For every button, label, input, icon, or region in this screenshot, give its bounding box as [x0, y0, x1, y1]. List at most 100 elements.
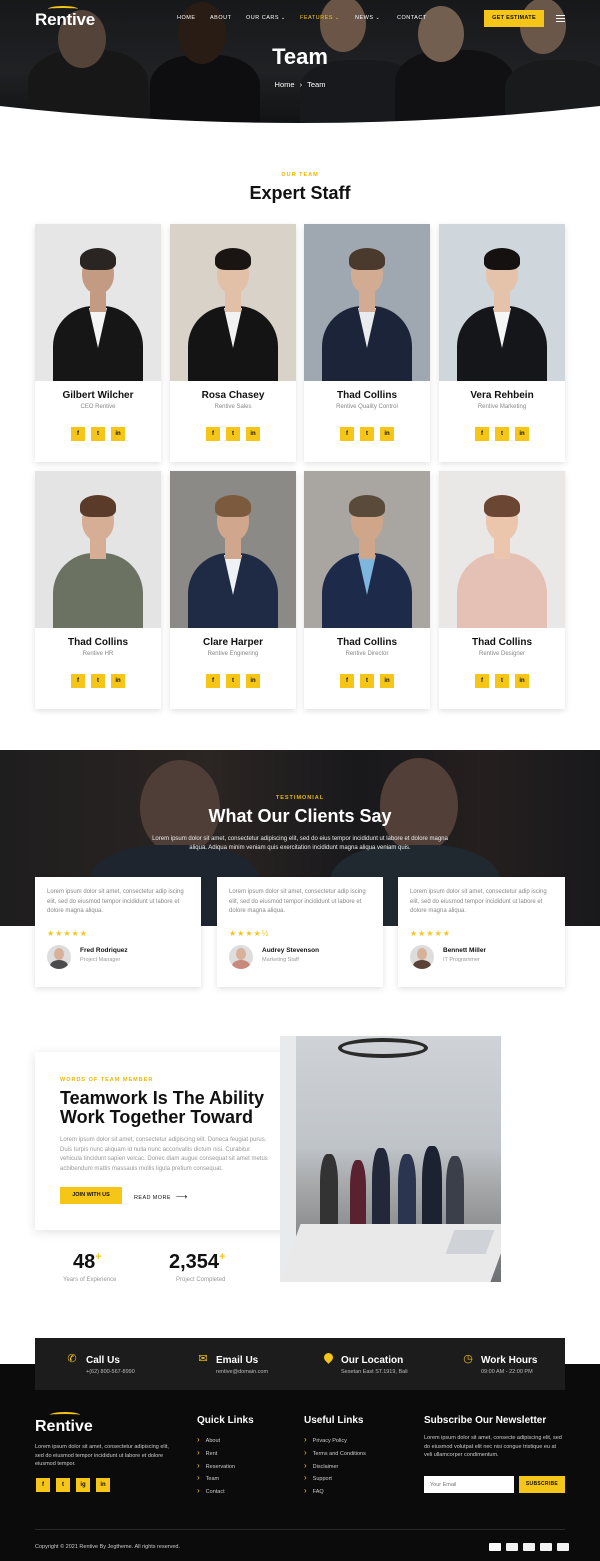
photo-neck [90, 292, 106, 312]
useful-link[interactable]: Privacy Policy [304, 1435, 347, 1444]
about-body: Lorem ipsum dolor sit amet, consectetur … [60, 1137, 268, 1172]
twitter-icon[interactable]: t [495, 674, 509, 688]
join-button[interactable]: JOIN WITH US [60, 1187, 122, 1204]
facebook-icon[interactable]: f [475, 674, 489, 688]
team-member-socials: f t in [439, 674, 565, 688]
stat-years: 48+ [73, 1251, 102, 1274]
linkedin-icon[interactable]: in [96, 1478, 110, 1492]
facebook-icon[interactable]: f [36, 1478, 50, 1492]
read-more-link[interactable]: READ MORE ⟶ [134, 1192, 188, 1201]
star-rating: ★★★★½ [229, 929, 270, 938]
twitter-icon[interactable]: t [91, 427, 105, 441]
nav-our-cars-label: OUR CARS [246, 15, 280, 21]
avatar-body [413, 960, 431, 969]
footer-logo[interactable]: Rentive [35, 1418, 93, 1436]
twitter-icon[interactable]: t [91, 674, 105, 688]
twitter-icon[interactable]: t [56, 1478, 70, 1492]
breadcrumb: Home › Team [0, 80, 600, 89]
card-icon [540, 1543, 552, 1551]
footer-divider [35, 1529, 565, 1530]
nav-about[interactable]: ABOUT [210, 15, 231, 21]
linkedin-icon[interactable]: in [515, 427, 529, 441]
twitter-icon[interactable]: t [495, 427, 509, 441]
quick-link[interactable]: Rent [197, 1448, 218, 1457]
useful-link[interactable]: Disclaimer [304, 1461, 339, 1470]
nav-features[interactable]: FEATURES ⌄ [300, 15, 340, 21]
instagram-icon[interactable]: ig [76, 1478, 90, 1492]
facebook-icon[interactable]: f [340, 427, 354, 441]
breadcrumb-home[interactable]: Home [275, 80, 295, 89]
contact-title: Call Us [86, 1355, 120, 1366]
avatar-head [417, 948, 427, 960]
linkedin-icon[interactable]: in [515, 674, 529, 688]
quick-link[interactable]: Reservation [197, 1461, 235, 1470]
linkedin-icon[interactable]: in [246, 674, 260, 688]
photo-hair [484, 495, 520, 517]
team-member-role: Rentive Enginering [207, 651, 259, 657]
stat-years-value: 48 [73, 1251, 96, 1273]
team-member-photo [439, 224, 565, 381]
review-card: Lorem ipsum dolor sit amet, consectetur … [398, 877, 565, 987]
site-logo[interactable]: Rentive [35, 10, 95, 30]
twitter-icon[interactable]: t [226, 674, 240, 688]
footer-about: Lorem ipsum dolor sit amet, consectetur … [35, 1444, 169, 1467]
about-title-line1: Teamwork Is The Ability [60, 1088, 265, 1108]
linkedin-icon[interactable]: in [111, 427, 125, 441]
nav-our-cars[interactable]: OUR CARS ⌄ [246, 15, 286, 21]
quick-link[interactable]: Team [197, 1473, 219, 1482]
linkedin-icon[interactable]: in [111, 674, 125, 688]
newsletter-email-input[interactable] [424, 1476, 514, 1493]
about-title-line2: Work Together Toward [60, 1107, 254, 1127]
photo-neck [494, 292, 510, 312]
twitter-icon[interactable]: t [360, 674, 374, 688]
linkedin-icon[interactable]: in [246, 427, 260, 441]
team-member-socials: f t in [35, 674, 161, 688]
linkedin-icon[interactable]: in [380, 427, 394, 441]
team-member-role: Rentive Sales [214, 404, 252, 410]
team-member-role: Rentive Marketing [477, 404, 527, 410]
quick-link[interactable]: About [197, 1435, 220, 1444]
avatar [47, 945, 71, 969]
team-member-role: Rentive Quality Control [336, 404, 398, 410]
review-quote: Lorem ipsum dolor sit amet, consectetur … [47, 889, 184, 914]
contact-value: rentive@domain.com [216, 1369, 269, 1375]
team-member-name: Thad Collins [337, 390, 397, 401]
useful-link[interactable]: Terms and Conditions [304, 1448, 366, 1457]
team-member-name: Rosa Chasey [201, 390, 265, 401]
team-card: Thad Collins Rentive Quality Control f t in [304, 224, 430, 462]
facebook-icon[interactable]: f [206, 674, 220, 688]
review-quote: Lorem ipsum dolor sit amet, consectetur … [229, 889, 366, 914]
twitter-icon[interactable]: t [360, 427, 374, 441]
subscribe-button[interactable]: SUBSCRIBE [519, 1476, 565, 1493]
avatar [229, 945, 253, 969]
useful-link[interactable]: FAQ [304, 1486, 324, 1495]
team-member-photo [170, 471, 296, 628]
nav-home[interactable]: HOME [177, 15, 196, 21]
facebook-icon[interactable]: f [340, 674, 354, 688]
stat-years-label: Years of Experience [63, 1277, 117, 1283]
menu-icon[interactable] [556, 15, 565, 22]
photo-hair [80, 248, 116, 270]
twitter-icon[interactable]: t [226, 427, 240, 441]
facebook-icon[interactable]: f [206, 427, 220, 441]
quick-link[interactable]: Contact [197, 1486, 225, 1495]
facebook-icon[interactable]: f [71, 427, 85, 441]
contact-value: Sesetan East ST.1919, Bali [341, 1369, 408, 1375]
get-estimate-button[interactable]: GET ESTIMATE [484, 10, 544, 27]
facebook-icon[interactable]: f [475, 427, 489, 441]
chevron-down-icon: ⌄ [281, 15, 286, 21]
testimonial-kicker: TESTIMONIAL [275, 795, 325, 801]
linkedin-icon[interactable]: in [380, 674, 394, 688]
nav-contact[interactable]: CONTACT [397, 15, 427, 21]
facebook-icon[interactable]: f [71, 674, 85, 688]
team-member-socials: f t in [439, 427, 565, 441]
nav-news[interactable]: NEWS ⌄ [355, 15, 380, 21]
team-heading: Expert Staff [249, 183, 351, 203]
useful-link[interactable]: Support [304, 1473, 332, 1482]
team-card: Rosa Chasey Rentive Sales f t in [170, 224, 296, 462]
reviewer-title: IT Programmer [443, 957, 480, 963]
team-member-photo [35, 224, 161, 381]
team-member-socials: f t in [304, 674, 430, 688]
reviewer-title: Project Manager [80, 957, 121, 963]
envelope-icon: ✉ [198, 1353, 208, 1365]
